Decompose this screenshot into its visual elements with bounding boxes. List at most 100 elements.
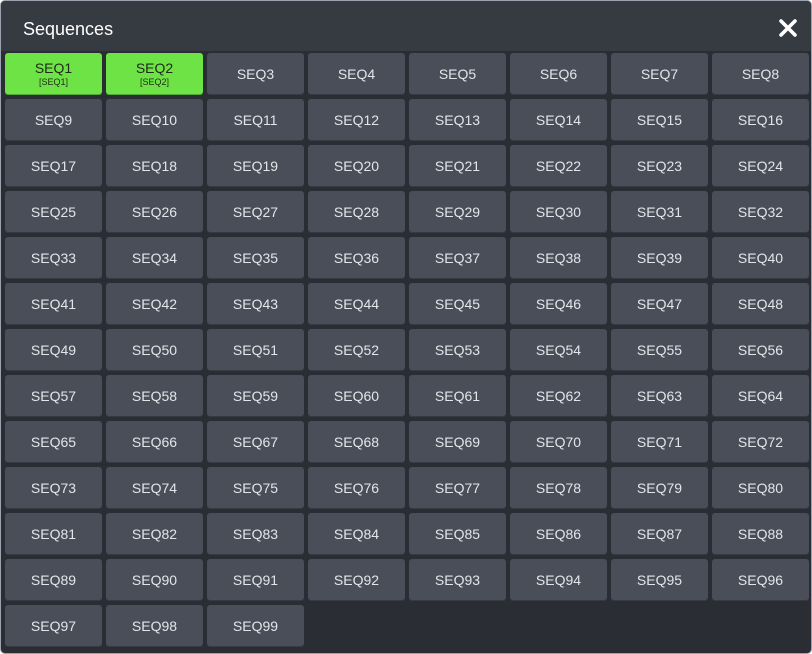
sequence-button-96[interactable]: SEQ96 xyxy=(712,559,809,601)
sequence-button-25[interactable]: SEQ25 xyxy=(5,191,102,233)
sequence-button-55[interactable]: SEQ55 xyxy=(611,329,708,371)
sequence-button-47[interactable]: SEQ47 xyxy=(611,283,708,325)
sequence-button-79[interactable]: SEQ79 xyxy=(611,467,708,509)
sequence-button-98[interactable]: SEQ98 xyxy=(106,605,203,647)
sequence-button-13[interactable]: SEQ13 xyxy=(409,99,506,141)
sequence-button-46[interactable]: SEQ46 xyxy=(510,283,607,325)
sequence-button-68[interactable]: SEQ68 xyxy=(308,421,405,463)
sequence-button-71[interactable]: SEQ71 xyxy=(611,421,708,463)
sequence-button-50[interactable]: SEQ50 xyxy=(106,329,203,371)
sequence-button-90[interactable]: SEQ90 xyxy=(106,559,203,601)
sequence-button-6[interactable]: SEQ6 xyxy=(510,53,607,95)
sequence-button-14[interactable]: SEQ14 xyxy=(510,99,607,141)
sequence-button-56[interactable]: SEQ56 xyxy=(712,329,809,371)
sequence-button-49[interactable]: SEQ49 xyxy=(5,329,102,371)
sequence-button-9[interactable]: SEQ9 xyxy=(5,99,102,141)
sequence-button-76[interactable]: SEQ76 xyxy=(308,467,405,509)
sequence-button-29[interactable]: SEQ29 xyxy=(409,191,506,233)
sequence-button-74[interactable]: SEQ74 xyxy=(106,467,203,509)
sequence-button-63[interactable]: SEQ63 xyxy=(611,375,708,417)
sequence-button-94[interactable]: SEQ94 xyxy=(510,559,607,601)
sequence-button-83[interactable]: SEQ83 xyxy=(207,513,304,555)
sequence-button-2[interactable]: SEQ2 [SEQ2] xyxy=(106,53,203,95)
sequence-button-4[interactable]: SEQ4 xyxy=(308,53,405,95)
sequence-button-37[interactable]: SEQ37 xyxy=(409,237,506,279)
sequence-button-64[interactable]: SEQ64 xyxy=(712,375,809,417)
sequence-button-84[interactable]: SEQ84 xyxy=(308,513,405,555)
sequence-button-77[interactable]: SEQ77 xyxy=(409,467,506,509)
sequence-button-82[interactable]: SEQ82 xyxy=(106,513,203,555)
sequence-button-15[interactable]: SEQ15 xyxy=(611,99,708,141)
sequence-button-36[interactable]: SEQ36 xyxy=(308,237,405,279)
sequence-button-23[interactable]: SEQ23 xyxy=(611,145,708,187)
sequence-button-52[interactable]: SEQ52 xyxy=(308,329,405,371)
sequence-button-18[interactable]: SEQ18 xyxy=(106,145,203,187)
sequence-button-86[interactable]: SEQ86 xyxy=(510,513,607,555)
sequence-button-12[interactable]: SEQ12 xyxy=(308,99,405,141)
close-icon[interactable] xyxy=(775,15,803,43)
sequence-button-16[interactable]: SEQ16 xyxy=(712,99,809,141)
sequence-button-97[interactable]: SEQ97 xyxy=(5,605,102,647)
sequence-button-75[interactable]: SEQ75 xyxy=(207,467,304,509)
sequence-button-34[interactable]: SEQ34 xyxy=(106,237,203,279)
sequence-button-65[interactable]: SEQ65 xyxy=(5,421,102,463)
sequence-button-41[interactable]: SEQ41 xyxy=(5,283,102,325)
sequence-button-54[interactable]: SEQ54 xyxy=(510,329,607,371)
sequence-button-8[interactable]: SEQ8 xyxy=(712,53,809,95)
sequence-button-40[interactable]: SEQ40 xyxy=(712,237,809,279)
sequence-button-24[interactable]: SEQ24 xyxy=(712,145,809,187)
sequence-button-21[interactable]: SEQ21 xyxy=(409,145,506,187)
sequence-button-27[interactable]: SEQ27 xyxy=(207,191,304,233)
sequence-button-62[interactable]: SEQ62 xyxy=(510,375,607,417)
sequence-button-66[interactable]: SEQ66 xyxy=(106,421,203,463)
sequence-button-61[interactable]: SEQ61 xyxy=(409,375,506,417)
sequence-button-30[interactable]: SEQ30 xyxy=(510,191,607,233)
sequence-button-7[interactable]: SEQ7 xyxy=(611,53,708,95)
sequence-button-91[interactable]: SEQ91 xyxy=(207,559,304,601)
sequence-button-22[interactable]: SEQ22 xyxy=(510,145,607,187)
sequence-button-80[interactable]: SEQ80 xyxy=(712,467,809,509)
sequence-button-87[interactable]: SEQ87 xyxy=(611,513,708,555)
sequence-button-89[interactable]: SEQ89 xyxy=(5,559,102,601)
sequence-button-35[interactable]: SEQ35 xyxy=(207,237,304,279)
sequence-button-73[interactable]: SEQ73 xyxy=(5,467,102,509)
sequence-button-92[interactable]: SEQ92 xyxy=(308,559,405,601)
sequence-button-53[interactable]: SEQ53 xyxy=(409,329,506,371)
sequence-button-69[interactable]: SEQ69 xyxy=(409,421,506,463)
sequence-button-59[interactable]: SEQ59 xyxy=(207,375,304,417)
sequence-button-28[interactable]: SEQ28 xyxy=(308,191,405,233)
sequence-button-38[interactable]: SEQ38 xyxy=(510,237,607,279)
sequence-button-51[interactable]: SEQ51 xyxy=(207,329,304,371)
sequence-button-19[interactable]: SEQ19 xyxy=(207,145,304,187)
sequence-button-44[interactable]: SEQ44 xyxy=(308,283,405,325)
sequence-button-45[interactable]: SEQ45 xyxy=(409,283,506,325)
sequence-button-78[interactable]: SEQ78 xyxy=(510,467,607,509)
sequence-button-57[interactable]: SEQ57 xyxy=(5,375,102,417)
sequence-button-81[interactable]: SEQ81 xyxy=(5,513,102,555)
sequence-button-1[interactable]: SEQ1 [SEQ1] xyxy=(5,53,102,95)
sequence-button-43[interactable]: SEQ43 xyxy=(207,283,304,325)
sequence-button-48[interactable]: SEQ48 xyxy=(712,283,809,325)
sequence-button-5[interactable]: SEQ5 xyxy=(409,53,506,95)
sequence-button-72[interactable]: SEQ72 xyxy=(712,421,809,463)
sequence-button-70[interactable]: SEQ70 xyxy=(510,421,607,463)
sequence-button-31[interactable]: SEQ31 xyxy=(611,191,708,233)
sequence-button-99[interactable]: SEQ99 xyxy=(207,605,304,647)
sequence-button-42[interactable]: SEQ42 xyxy=(106,283,203,325)
sequence-button-32[interactable]: SEQ32 xyxy=(712,191,809,233)
sequence-button-95[interactable]: SEQ95 xyxy=(611,559,708,601)
sequence-button-85[interactable]: SEQ85 xyxy=(409,513,506,555)
sequence-button-17[interactable]: SEQ17 xyxy=(5,145,102,187)
sequence-button-33[interactable]: SEQ33 xyxy=(5,237,102,279)
sequence-button-26[interactable]: SEQ26 xyxy=(106,191,203,233)
sequence-button-58[interactable]: SEQ58 xyxy=(106,375,203,417)
sequence-button-67[interactable]: SEQ67 xyxy=(207,421,304,463)
sequence-button-3[interactable]: SEQ3 xyxy=(207,53,304,95)
sequence-button-93[interactable]: SEQ93 xyxy=(409,559,506,601)
sequence-button-11[interactable]: SEQ11 xyxy=(207,99,304,141)
sequence-button-88[interactable]: SEQ88 xyxy=(712,513,809,555)
sequence-button-60[interactable]: SEQ60 xyxy=(308,375,405,417)
sequence-button-20[interactable]: SEQ20 xyxy=(308,145,405,187)
sequence-button-10[interactable]: SEQ10 xyxy=(106,99,203,141)
sequence-button-39[interactable]: SEQ39 xyxy=(611,237,708,279)
